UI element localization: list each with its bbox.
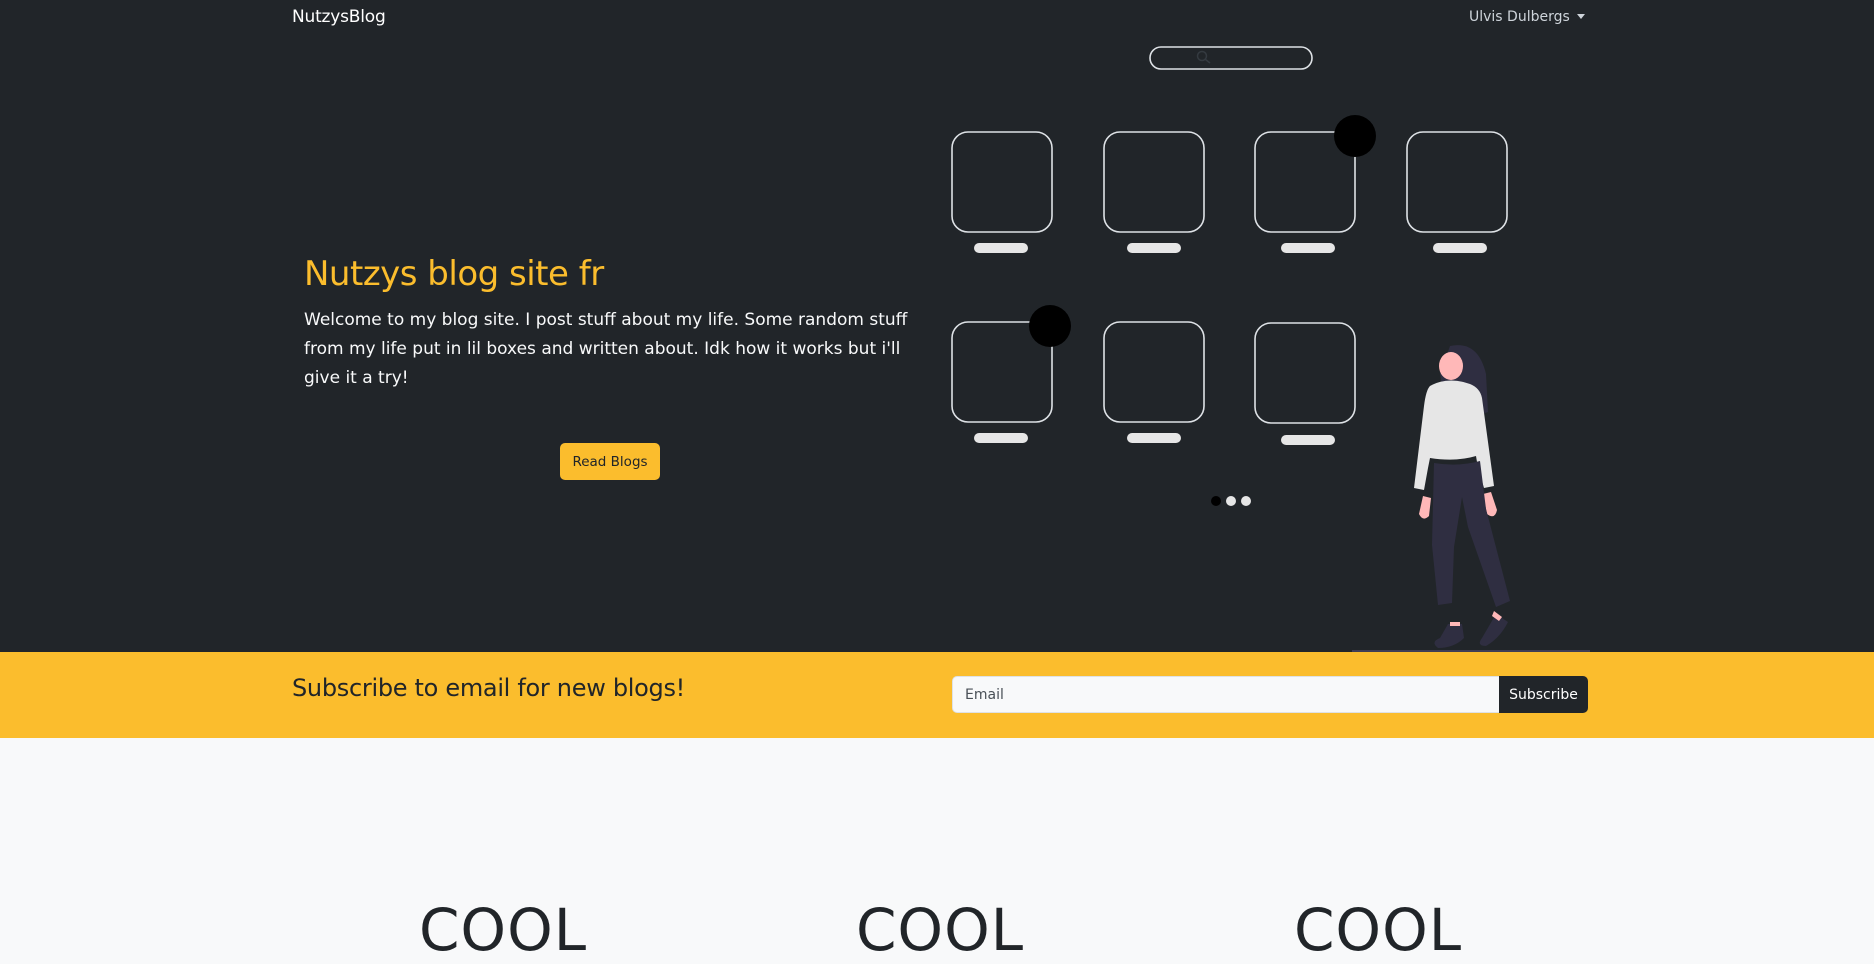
illustration-box-grid <box>951 131 1508 424</box>
hero-text: Welcome to my blog site. I post stuff ab… <box>304 310 908 388</box>
email-field[interactable] <box>952 676 1500 713</box>
user-name: Ulvis Dulbergs <box>1469 9 1570 25</box>
brand-link[interactable]: NutzysBlog <box>292 7 386 27</box>
hero-title: Nutzys blog site fr <box>304 254 604 294</box>
user-dropdown[interactable]: Ulvis Dulbergs <box>1469 9 1585 25</box>
subscribe-heading: Subscribe to email for new blogs! <box>292 674 685 702</box>
subscribe-button[interactable]: Subscribe <box>1499 676 1588 713</box>
features-section: COOL COOL COOL <box>0 738 1874 964</box>
illustration-box <box>1406 131 1508 233</box>
illustration-person <box>1352 345 1590 652</box>
illustration-dot <box>1029 305 1071 347</box>
illustration-dot <box>1334 115 1376 157</box>
illustration-box <box>1254 322 1356 424</box>
subscribe-section: Subscribe to email for new blogs! Subscr… <box>0 652 1874 738</box>
illustration-pagination-dots <box>1211 496 1251 506</box>
read-blogs-button[interactable]: Read Blogs <box>560 443 660 480</box>
search-icon <box>1196 50 1211 64</box>
illustration-box <box>1103 321 1205 423</box>
illustration-box <box>1103 131 1205 233</box>
chevron-down-icon <box>1576 14 1585 19</box>
illustration-search-bar <box>1149 46 1313 70</box>
illustration-box <box>951 131 1053 233</box>
navbar: NutzysBlog Ulvis Dulbergs <box>0 0 1874 36</box>
hero-illustration <box>951 46 1590 652</box>
